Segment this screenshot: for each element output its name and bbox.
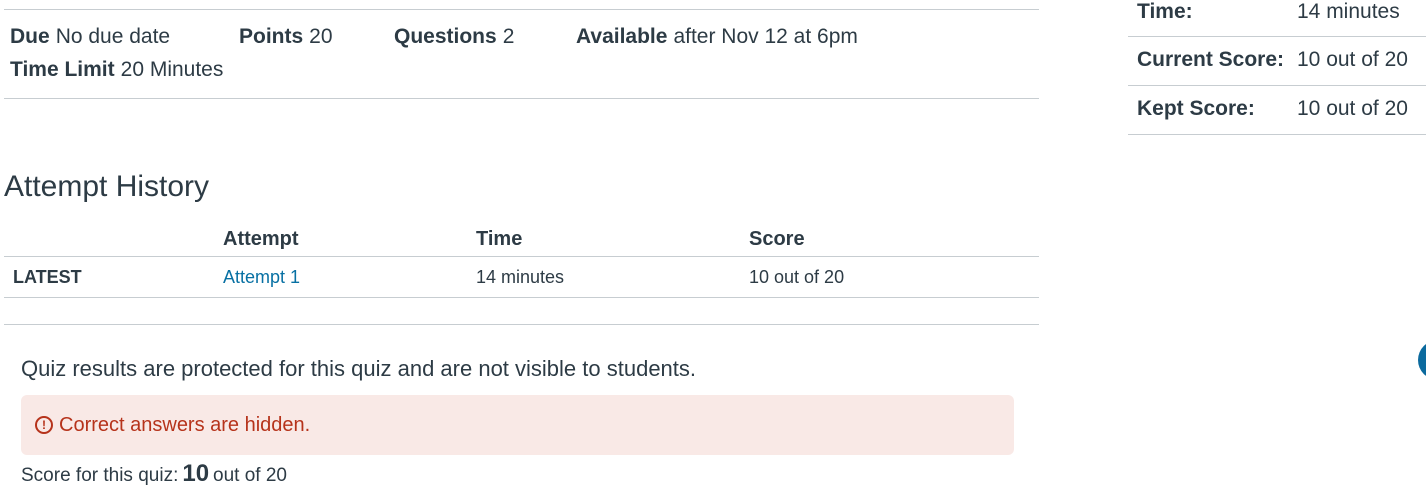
results-protected-text: Quiz results are protected for this quiz… <box>21 356 697 381</box>
due-meta: Due No due date <box>10 25 170 49</box>
sidebar-time-label: Time: <box>1137 0 1193 23</box>
alert-text: Correct answers are hidden. <box>59 413 311 436</box>
available-label: Available <box>576 25 668 48</box>
col-header-time: Time <box>476 222 749 257</box>
due-label: Due <box>10 25 50 48</box>
answers-hidden-alert: ! Correct answers are hidden. <box>21 395 1014 455</box>
attempt-link[interactable]: Attempt 1 <box>223 267 300 287</box>
available-meta: Available after Nov 12 at 6pm <box>576 25 858 49</box>
col-header-score: Score <box>749 222 1039 257</box>
quiz-meta-line-1: Due No due date Points 20 Questions 2 Avail… <box>10 25 1039 49</box>
points-meta: Points 20 <box>239 25 333 49</box>
attempt-history-title: Attempt History <box>4 170 210 203</box>
questions-meta: Questions 2 <box>394 25 514 49</box>
col-header-attempt: Attempt <box>223 222 476 257</box>
attempt-cell: Attempt 1 <box>223 256 476 298</box>
points-label: Points <box>239 25 304 48</box>
col-header-tag <box>4 222 223 257</box>
sidebar-row-current-score: Current Score: 10 out of 20 <box>1128 37 1426 86</box>
attempt-history-table: Attempt Time Score LATEST Attempt 1 14 m… <box>4 222 1039 298</box>
score-prefix: Score for this quiz: <box>21 465 179 486</box>
sidebar-current-score-value: 10 out of 20 <box>1297 48 1408 71</box>
time-limit-value: 20 Minutes <box>120 58 224 81</box>
due-value: No due date <box>55 25 171 48</box>
points-value: 20 <box>309 25 333 48</box>
table-row: LATEST Attempt 1 14 minutes 10 out of 20 <box>4 256 1039 298</box>
score-suffix: out of 20 <box>213 465 287 486</box>
divider-top <box>4 9 1039 10</box>
sidebar-row-kept-score: Kept Score: 10 out of 20 <box>1128 86 1426 135</box>
exclamation-circle-icon: ! <box>35 416 53 434</box>
sidebar-time-value: 14 minutes <box>1297 0 1400 23</box>
sidebar-current-score-label: Current Score: <box>1137 48 1285 71</box>
time-cell: 14 minutes <box>476 256 749 298</box>
time-limit-label: Time Limit <box>10 58 115 81</box>
questions-label: Questions <box>394 25 497 48</box>
divider-meta-bottom <box>4 98 1039 99</box>
quiz-score-line: Score for this quiz: 10 out of 20 <box>21 460 287 488</box>
score-cell: 10 out of 20 <box>749 256 1039 298</box>
sidebar-row-time: Time: 14 minutes <box>1128 0 1426 37</box>
time-limit-meta: Time Limit 20 Minutes <box>10 58 223 82</box>
sidebar-kept-score-label: Kept Score: <box>1137 97 1255 120</box>
floating-action-button[interactable] <box>1418 340 1426 380</box>
latest-tag: LATEST <box>4 256 223 298</box>
score-value: 10 <box>182 460 210 487</box>
questions-value: 2 <box>502 25 515 48</box>
sidebar-kept-score-value: 10 out of 20 <box>1297 97 1408 120</box>
table-header-row: Attempt Time Score <box>4 222 1039 257</box>
available-value: after Nov 12 at 6pm <box>673 25 858 48</box>
divider-history-bottom <box>4 324 1039 325</box>
